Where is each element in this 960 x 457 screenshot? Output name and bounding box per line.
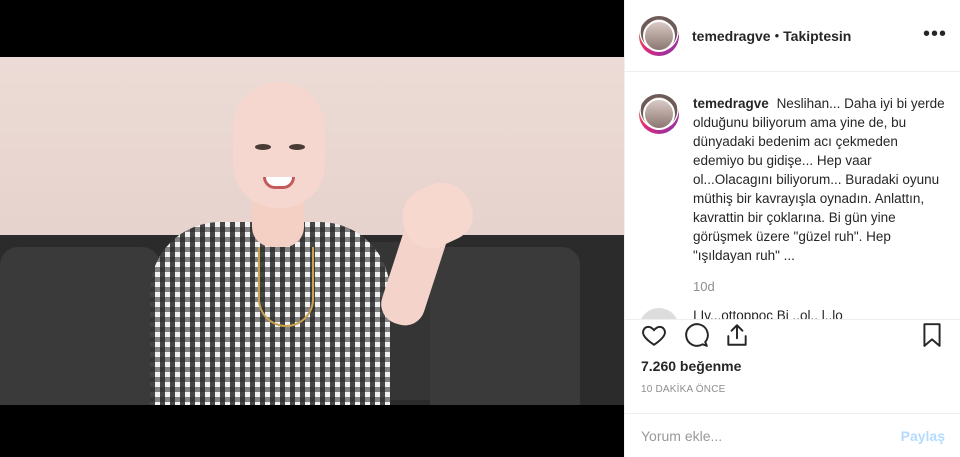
more-options-icon[interactable]: •••: [923, 24, 947, 44]
caption-avatar[interactable]: [639, 94, 679, 134]
post-media[interactable]: [0, 0, 624, 457]
avatar-photo: [643, 98, 675, 130]
post-side-panel: temedragve • Takiptesin ••• temedragve N…: [624, 0, 960, 457]
author-avatar[interactable]: [639, 15, 679, 56]
caption-text: Neslihan... Daha iyi bi yerde olduğunu b…: [693, 96, 945, 263]
heart-icon[interactable]: [641, 322, 667, 348]
commenter-avatar[interactable]: [639, 308, 679, 319]
photo-cushion: [430, 247, 580, 405]
caption-username[interactable]: temedragve: [693, 96, 769, 111]
add-comment-bar: Paylaş: [625, 413, 960, 457]
photo-eye: [289, 144, 305, 150]
comment-input[interactable]: [641, 427, 901, 444]
photo-head: [233, 82, 325, 208]
caption-age[interactable]: 10d: [693, 277, 947, 296]
author-username[interactable]: temedragve: [692, 28, 771, 44]
post-timestamp[interactable]: 10 DAKİKA ÖNCE: [641, 384, 726, 395]
bookmark-icon[interactable]: [919, 322, 945, 348]
follow-status-button[interactable]: Takiptesin: [783, 28, 851, 44]
caption-body: temedragve Neslihan... Daha iyi bi yerde…: [693, 94, 947, 296]
header-separator: •: [774, 28, 780, 43]
next-comment: I Iv...ottoppoc Bi ..ol.. l..lo: [625, 296, 960, 320]
photo-cushion: [0, 247, 160, 405]
photo-eye: [255, 144, 271, 150]
comments-list[interactable]: temedragve Neslihan... Daha iyi bi yerde…: [625, 72, 960, 320]
action-bar: [625, 320, 960, 356]
speech-bubble-icon[interactable]: [683, 322, 709, 348]
caption-comment: temedragve Neslihan... Daha iyi bi yerde…: [625, 72, 960, 296]
share-icon[interactable]: [724, 322, 750, 348]
post-header: temedragve • Takiptesin •••: [625, 0, 960, 72]
photo-necklace: [258, 247, 314, 327]
avatar-photo: [643, 19, 675, 52]
like-count[interactable]: 7.260 beğenme: [641, 358, 741, 374]
next-comment-text: I Iv...ottoppoc Bi ..ol.. l..lo: [693, 308, 843, 320]
photo-smile: [263, 177, 295, 189]
post-comment-button[interactable]: Paylaş: [901, 428, 945, 444]
post-photo: [0, 57, 624, 405]
